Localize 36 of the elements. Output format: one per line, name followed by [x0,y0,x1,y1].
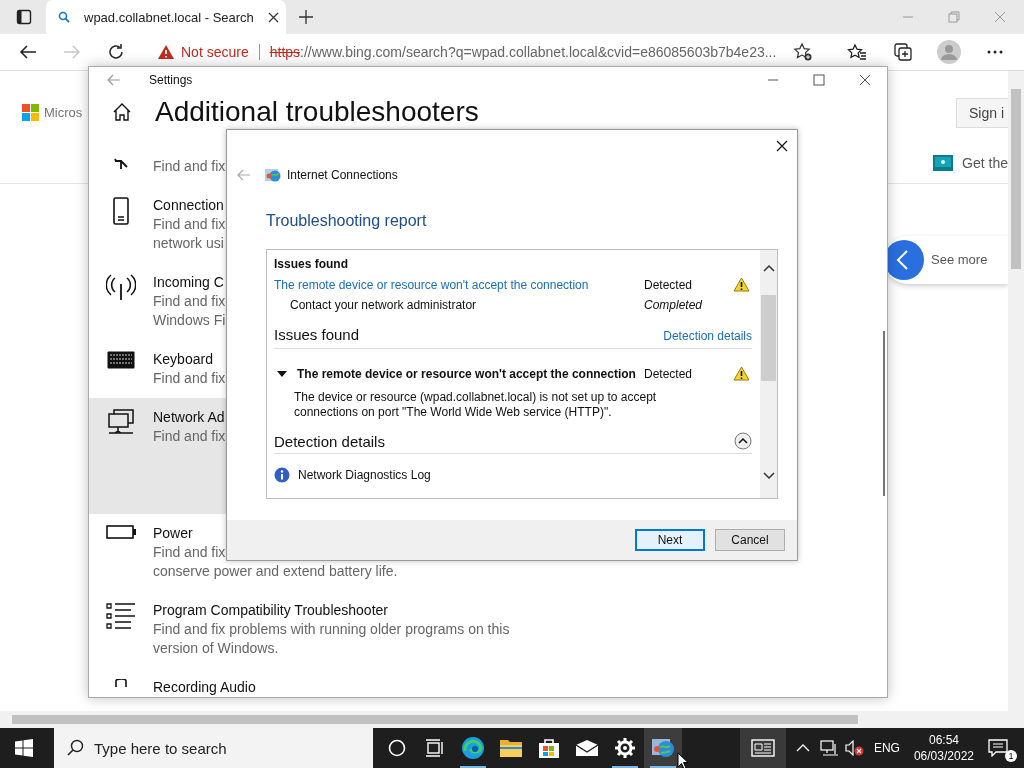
item-description: Find and fix [153,292,226,311]
item-description: conserve power and extend battery life. [153,562,398,581]
item-title: Keyboard [153,350,214,369]
window-title: Settings [149,73,193,88]
section-heading: Detection details [274,432,385,450]
item-title: Program Compatibility Troubleshooter [153,601,389,620]
section-label: Issues found [274,257,349,271]
url-text: https://www.bing.com/search?q=wpad.collabnet.local&cvid=e86085603b7b4e23... [269,43,777,60]
item-description: network usi [153,234,225,253]
log-title: Network Diagnostics Log [298,468,431,482]
item-description: Find and fix problems with running older programs on this [153,620,510,639]
item-description: Find and fix [153,427,226,446]
item-description: Find and fix [153,543,227,562]
item-title: Connection [153,196,225,215]
item-title: Recording Audio [153,678,256,697]
section-heading: Issues found [274,326,360,343]
item-title: Network Ad [153,408,226,427]
status-text: Detected [644,277,694,292]
item-title: Power [153,524,194,543]
dialog-title: Internet Connections [287,168,398,182]
item-description: version of Windows. [153,639,280,658]
report-heading: Troubleshooting report [266,212,427,230]
item-title: Incoming C [153,273,225,292]
logo-text: Micros [44,105,83,121]
tab-title: wpad.collabnet.local - Search [84,9,254,25]
see-more-text: See more [931,252,988,268]
page-heading: Additional troubleshooters [155,95,479,128]
step-text: Contact your network administrator [289,298,478,312]
status-text: Detected [644,366,694,381]
issue-description: The device or resource (wpad.collabnet.local) is not set up to accept connections on port "The World Wide Web service (HTTP)". [294,390,658,420]
item-description: Windows Fi [153,311,226,330]
item-description: Find and fix [153,369,226,388]
issue-title: The remote device or resource won't accept the connection [297,366,636,381]
status-text: Completed [644,298,704,312]
item-description: Find and fix [153,215,226,234]
item-description: Find and fix [153,157,226,176]
